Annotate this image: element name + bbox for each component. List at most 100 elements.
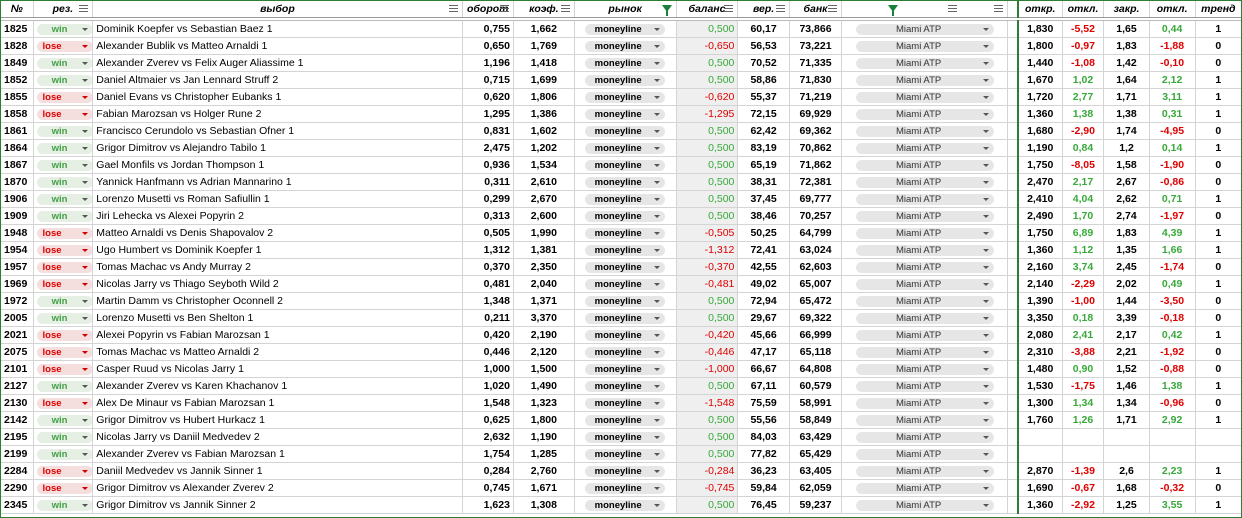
dev-open-cell[interactable]: 0,90 [1061,360,1105,378]
dev-open-cell[interactable]: 6,89 [1061,224,1105,242]
pick-cell[interactable]: Gael Monfils vs Jordan Thompson 1 [92,156,463,174]
prob-cell[interactable]: 62,42 [737,122,790,140]
market-dropdown[interactable]: moneyline [573,394,677,412]
prob-cell[interactable]: 55,56 [737,411,790,429]
filter-icon[interactable] [560,5,570,12]
result-dropdown[interactable]: win [32,445,94,463]
tournament-chip[interactable]: Miami ATP [855,312,994,324]
pick-cell[interactable]: Lorenzo Musetti vs Roman Safiullin 1 [92,190,463,208]
close-odds-cell[interactable]: 1,74 [1103,122,1150,140]
trend-cell[interactable]: 1 [1194,411,1242,429]
pick-cell[interactable]: Grigor Dimitrov vs Jannik Sinner 2 [92,496,463,514]
trend-cell[interactable]: 0 [1194,122,1242,140]
trend-cell[interactable]: 1 [1194,139,1242,157]
bank-cell[interactable]: 64,799 [788,224,843,242]
result-chip[interactable]: lose [36,482,92,494]
turnover-cell[interactable]: 0,370 [461,258,514,276]
close-odds-cell[interactable]: 2,74 [1103,207,1150,225]
trend-cell[interactable]: 0 [1194,258,1242,276]
coef-cell[interactable]: 1,371 [512,292,575,310]
market-dropdown[interactable]: moneyline [573,411,677,429]
pick-cell[interactable]: Daniel Evans vs Christopher Eubanks 1 [92,88,463,106]
close-odds-cell[interactable]: 2,17 [1103,326,1150,344]
market-chip[interactable]: moneyline [585,40,666,52]
dev-close-cell[interactable]: 1,38 [1148,377,1196,395]
tournament-dropdown[interactable]: Miami ATP [841,360,1008,378]
bank-cell[interactable]: 70,257 [788,207,843,225]
dev-open-cell[interactable]: -1,39 [1061,462,1105,480]
filter-icon[interactable] [993,5,1003,12]
tournament-chip[interactable]: Miami ATP [855,448,994,460]
tournament-chip[interactable]: Miami ATP [855,244,994,256]
pick-cell[interactable]: Nicolas Jarry vs Daniil Medvedev 2 [92,428,463,446]
coef-cell[interactable]: 2,760 [512,462,575,480]
prob-cell[interactable]: 37,45 [737,190,790,208]
close-odds-cell[interactable]: 1,64 [1103,71,1150,89]
pick-cell[interactable]: Tomas Machac vs Andy Murray 2 [92,258,463,276]
table-row[interactable]: 2284 lose Daniil Medvedev vs Jannik Sinner… [0,462,1242,480]
coef-cell[interactable]: 1,699 [512,71,575,89]
result-dropdown[interactable]: win [32,292,94,310]
close-odds-cell[interactable]: 1,2 [1103,139,1150,157]
trend-cell[interactable]: 0 [1194,343,1242,361]
prob-cell[interactable]: 67,11 [737,377,790,395]
open-odds-cell[interactable]: 1,760 [1016,411,1063,429]
turnover-cell[interactable]: 0,755 [461,20,514,38]
close-odds-cell[interactable] [1103,428,1150,446]
open-odds-cell[interactable] [1016,428,1063,446]
result-chip[interactable]: win [36,431,92,443]
trend-cell[interactable]: 1 [1194,105,1242,123]
tournament-chip[interactable]: Miami ATP [855,159,994,171]
market-dropdown[interactable]: moneyline [573,88,677,106]
header-turnover[interactable]: оборот [461,0,514,18]
result-dropdown[interactable]: win [32,71,94,89]
balance-cell[interactable]: 0,500 [675,292,739,310]
filter-icon[interactable] [499,5,509,12]
balance-cell[interactable]: -0,370 [675,258,739,276]
tournament-chip[interactable]: Miami ATP [855,142,994,154]
balance-cell[interactable]: -1,548 [675,394,739,412]
pick-cell[interactable]: Francisco Cerundolo vs Sebastian Ofner 1 [92,122,463,140]
trend-cell[interactable]: 0 [1194,309,1242,327]
balance-cell[interactable]: -0,481 [675,275,739,293]
pick-cell[interactable]: Alexander Zverev vs Karen Khachanov 1 [92,377,463,395]
tournament-chip[interactable]: Miami ATP [855,278,994,290]
tournament-chip[interactable]: Miami ATP [855,261,994,273]
dev-close-cell[interactable] [1148,428,1196,446]
dev-open-cell[interactable]: 3,74 [1061,258,1105,276]
market-dropdown[interactable]: moneyline [573,224,677,242]
coef-cell[interactable]: 2,670 [512,190,575,208]
trend-cell[interactable]: 1 [1194,190,1242,208]
result-dropdown[interactable]: lose [32,326,94,344]
dev-close-cell[interactable]: 0,49 [1148,275,1196,293]
trend-cell[interactable]: 0 [1194,360,1242,378]
tournament-chip[interactable]: Miami ATP [855,91,994,103]
open-odds-cell[interactable]: 2,080 [1016,326,1063,344]
prob-cell[interactable]: 42,55 [737,258,790,276]
dev-open-cell[interactable]: 4,04 [1061,190,1105,208]
close-odds-cell[interactable]: 1,46 [1103,377,1150,395]
pick-cell[interactable]: Daniil Medvedev vs Jannik Sinner 1 [92,462,463,480]
filter-icon[interactable] [448,5,458,12]
close-odds-cell[interactable]: 2,67 [1103,173,1150,191]
tournament-dropdown[interactable]: Miami ATP [841,394,1008,412]
tournament-chip[interactable]: Miami ATP [855,329,994,341]
turnover-cell[interactable]: 2,475 [461,139,514,157]
prob-cell[interactable]: 47,17 [737,343,790,361]
tournament-dropdown[interactable]: Miami ATP [841,479,1008,497]
pick-cell[interactable]: Dominik Koepfer vs Sebastian Baez 1 [92,20,463,38]
open-odds-cell[interactable]: 2,410 [1016,190,1063,208]
pick-cell[interactable]: Alexander Bublik vs Matteo Arnaldi 1 [92,37,463,55]
dev-close-cell[interactable]: -0,86 [1148,173,1196,191]
balance-cell[interactable]: -1,312 [675,241,739,259]
market-dropdown[interactable]: moneyline [573,139,677,157]
dev-open-cell[interactable]: 1,12 [1061,241,1105,259]
dev-close-cell[interactable]: 0,71 [1148,190,1196,208]
tournament-chip[interactable]: Miami ATP [855,176,994,188]
market-dropdown[interactable]: moneyline [573,343,677,361]
result-chip[interactable]: win [36,295,92,307]
bank-cell[interactable]: 71,219 [788,88,843,106]
filter-icon[interactable] [775,5,785,12]
header-tournament[interactable] [841,0,1008,18]
trend-cell[interactable]: 1 [1194,496,1242,514]
